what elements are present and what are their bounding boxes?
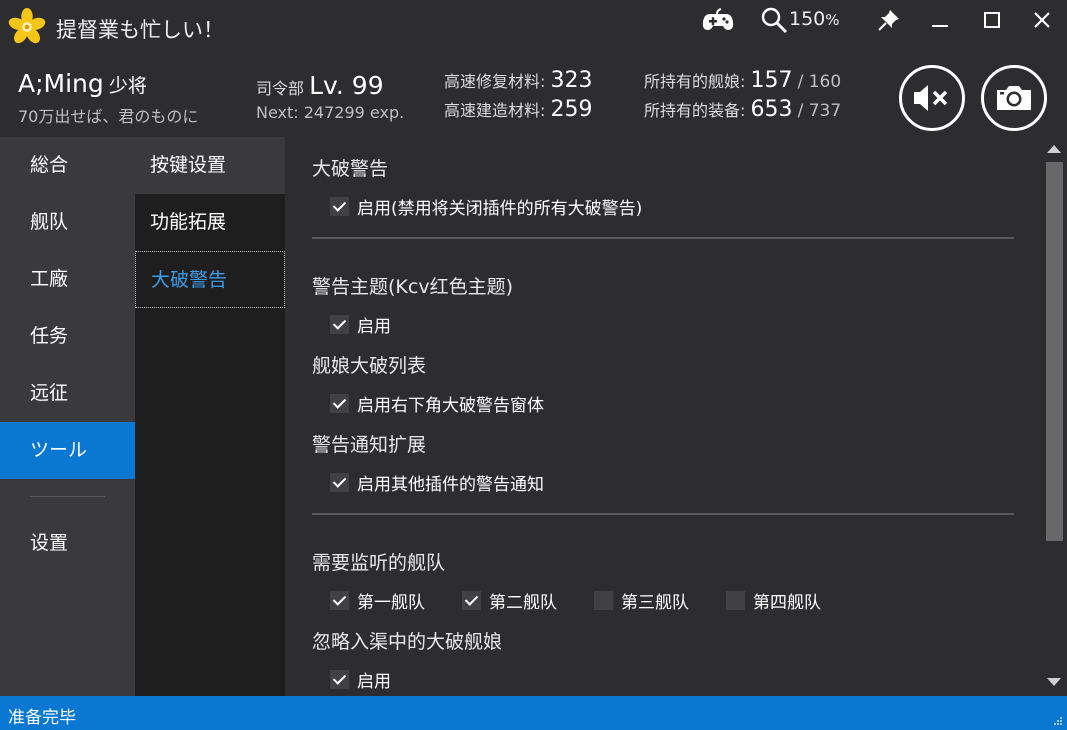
checkbox-label: 第四舰队 (753, 593, 821, 613)
subnav-item-damage-warning[interactable]: 大破警告 (135, 251, 285, 308)
checkbox-box[interactable] (594, 591, 613, 610)
subnav-item-hotkeys[interactable]: 按键设置 (135, 137, 285, 194)
checkbox-box[interactable] (330, 315, 349, 334)
nav-item-overview[interactable]: 総合 (0, 137, 135, 194)
zoom-unit: % (825, 11, 840, 29)
hq-level-line: 司令部 Lv. 99 (256, 71, 384, 100)
checkbox-enable-theme[interactable]: 启用 (330, 312, 391, 337)
main-nav: 総合 舰队 工廠 任务 远征 ツール 设置 (0, 137, 135, 696)
section-divider (312, 513, 1014, 515)
checkbox-label: 启用(禁用将关闭插件的所有大破警告) (357, 199, 643, 219)
nav-item-quests[interactable]: 任务 (0, 308, 135, 365)
checkbox-label: 启用右下角大破警告窗体 (357, 396, 544, 416)
scroll-down-arrow-icon[interactable] (1047, 678, 1061, 686)
checkbox-box[interactable] (330, 670, 349, 689)
admiral-info-header: A;Ming 少将 70万出せば、君のものに 司令部 Lv. 99 Next: … (0, 55, 1067, 137)
build-value: 259 (550, 97, 593, 122)
magnifier-icon[interactable] (759, 4, 789, 36)
checkbox-label: 第三舰队 (621, 593, 689, 613)
next-exp: Next: 247299 exp. (256, 103, 405, 122)
pin-icon[interactable] (875, 4, 903, 36)
zoom-level[interactable]: 150% (789, 8, 840, 30)
checkbox-box[interactable] (330, 473, 349, 492)
window-title: 提督業も忙しい！ (56, 18, 224, 42)
repair-label: 高速修复材料: (444, 72, 546, 91)
section-title-damaged-list: 舰娘大破列表 (312, 355, 427, 377)
repair-material: 高速修复材料: 323 (444, 68, 593, 93)
nav-item-tools[interactable]: ツール (0, 422, 135, 479)
sakura-flower-icon (8, 8, 46, 44)
build-label: 高速建造材料: (444, 101, 546, 120)
section-title-ignore-docking: 忽略入渠中的大破舰娘 (312, 631, 503, 653)
nav-item-fleet[interactable]: 舰队 (0, 194, 135, 251)
checkbox-ignore-docking[interactable]: 启用 (330, 667, 391, 692)
checkbox-label: 第一舰队 (357, 593, 425, 613)
equip-label: 所持有的装备: (644, 101, 746, 120)
nav-item-arsenal[interactable]: 工廠 (0, 251, 135, 308)
nav-divider (30, 496, 105, 497)
hq-level: Lv. 99 (309, 71, 384, 100)
nav-item-expedition[interactable]: 远征 (0, 365, 135, 422)
gamepad-icon[interactable] (701, 4, 735, 36)
minimize-icon[interactable] (926, 4, 954, 36)
ship-count: 所持有的舰娘: 157 / 160 (644, 68, 841, 93)
checkbox-fleet-2[interactable]: 第二舰队 (462, 588, 557, 613)
checkbox-box[interactable] (330, 394, 349, 413)
build-material: 高速建造材料: 259 (444, 97, 593, 122)
subnav-item-extensions[interactable]: 功能拓展 (135, 194, 285, 251)
checkbox-box[interactable] (330, 591, 349, 610)
admiral-name: A;Ming (18, 69, 104, 98)
maximize-icon[interactable] (978, 4, 1006, 36)
close-icon[interactable] (1028, 4, 1056, 36)
checkbox-enable-warning[interactable]: 启用(禁用将关闭插件的所有大破警告) (330, 194, 642, 219)
ships-max: / 160 (797, 72, 842, 92)
checkbox-label: 第二舰队 (489, 593, 557, 613)
checkbox-box[interactable] (462, 591, 481, 610)
section-title-monitored-fleets: 需要监听的舰队 (312, 552, 446, 574)
ships-value: 157 (750, 68, 793, 93)
ships-label: 所持有的舰娘: (644, 72, 746, 91)
section-title-damage-warning: 大破警告 (312, 158, 389, 180)
status-bar: 准备完毕 (0, 696, 1067, 730)
admiral-comment: 70万出せば、君のものに (18, 107, 199, 126)
checkbox-fleet-4[interactable]: 第四舰队 (726, 588, 821, 613)
section-title-notification-ext: 警告通知扩展 (312, 434, 427, 456)
scroll-up-arrow-icon[interactable] (1047, 145, 1061, 153)
equip-max: / 737 (797, 101, 842, 121)
screenshot-button[interactable] (981, 65, 1047, 131)
scrollbar-thumb[interactable] (1046, 162, 1063, 541)
equip-value: 653 (750, 97, 793, 122)
camera-icon (997, 86, 1031, 110)
mute-button[interactable] (899, 65, 965, 131)
section-divider (312, 237, 1014, 239)
zoom-value: 150 (789, 8, 826, 30)
checkbox-label: 启用其他插件的警告通知 (357, 475, 544, 495)
section-title-warning-theme: 警告主题(Kcv红色主题) (312, 276, 513, 298)
checkbox-enable-plugin-notify[interactable]: 启用其他插件的警告通知 (330, 470, 544, 495)
hq-label: 司令部 (256, 79, 305, 98)
checkbox-fleet-3[interactable]: 第三舰队 (594, 588, 689, 613)
status-text: 准备完毕 (8, 708, 76, 728)
tools-subnav: 按键设置 功能拓展 大破警告 (135, 137, 285, 696)
checkbox-label: 启用 (357, 317, 391, 337)
checkbox-label: 启用 (357, 672, 391, 692)
admiral-rank: 少将 (108, 75, 147, 97)
repair-value: 323 (550, 68, 593, 93)
checkbox-fleet-1[interactable]: 第一舰队 (330, 588, 425, 613)
settings-panel: 大破警告 启用(禁用将关闭插件的所有大破警告) 警告主题(Kcv红色主题) 启用… (285, 137, 1043, 696)
title-bar: 提督業も忙しい！ 150% (0, 0, 1067, 55)
equip-count: 所持有的装备: 653 / 737 (644, 97, 841, 122)
checkbox-box[interactable] (726, 591, 745, 610)
resize-grip-icon[interactable] (1051, 714, 1063, 726)
checkbox-enable-damaged-window[interactable]: 启用右下角大破警告窗体 (330, 391, 544, 416)
admiral-name-line: A;Ming 少将 (18, 69, 147, 98)
checkbox-box[interactable] (330, 197, 349, 216)
nav-item-settings[interactable]: 设置 (0, 515, 135, 572)
speaker-muted-icon (914, 85, 948, 111)
